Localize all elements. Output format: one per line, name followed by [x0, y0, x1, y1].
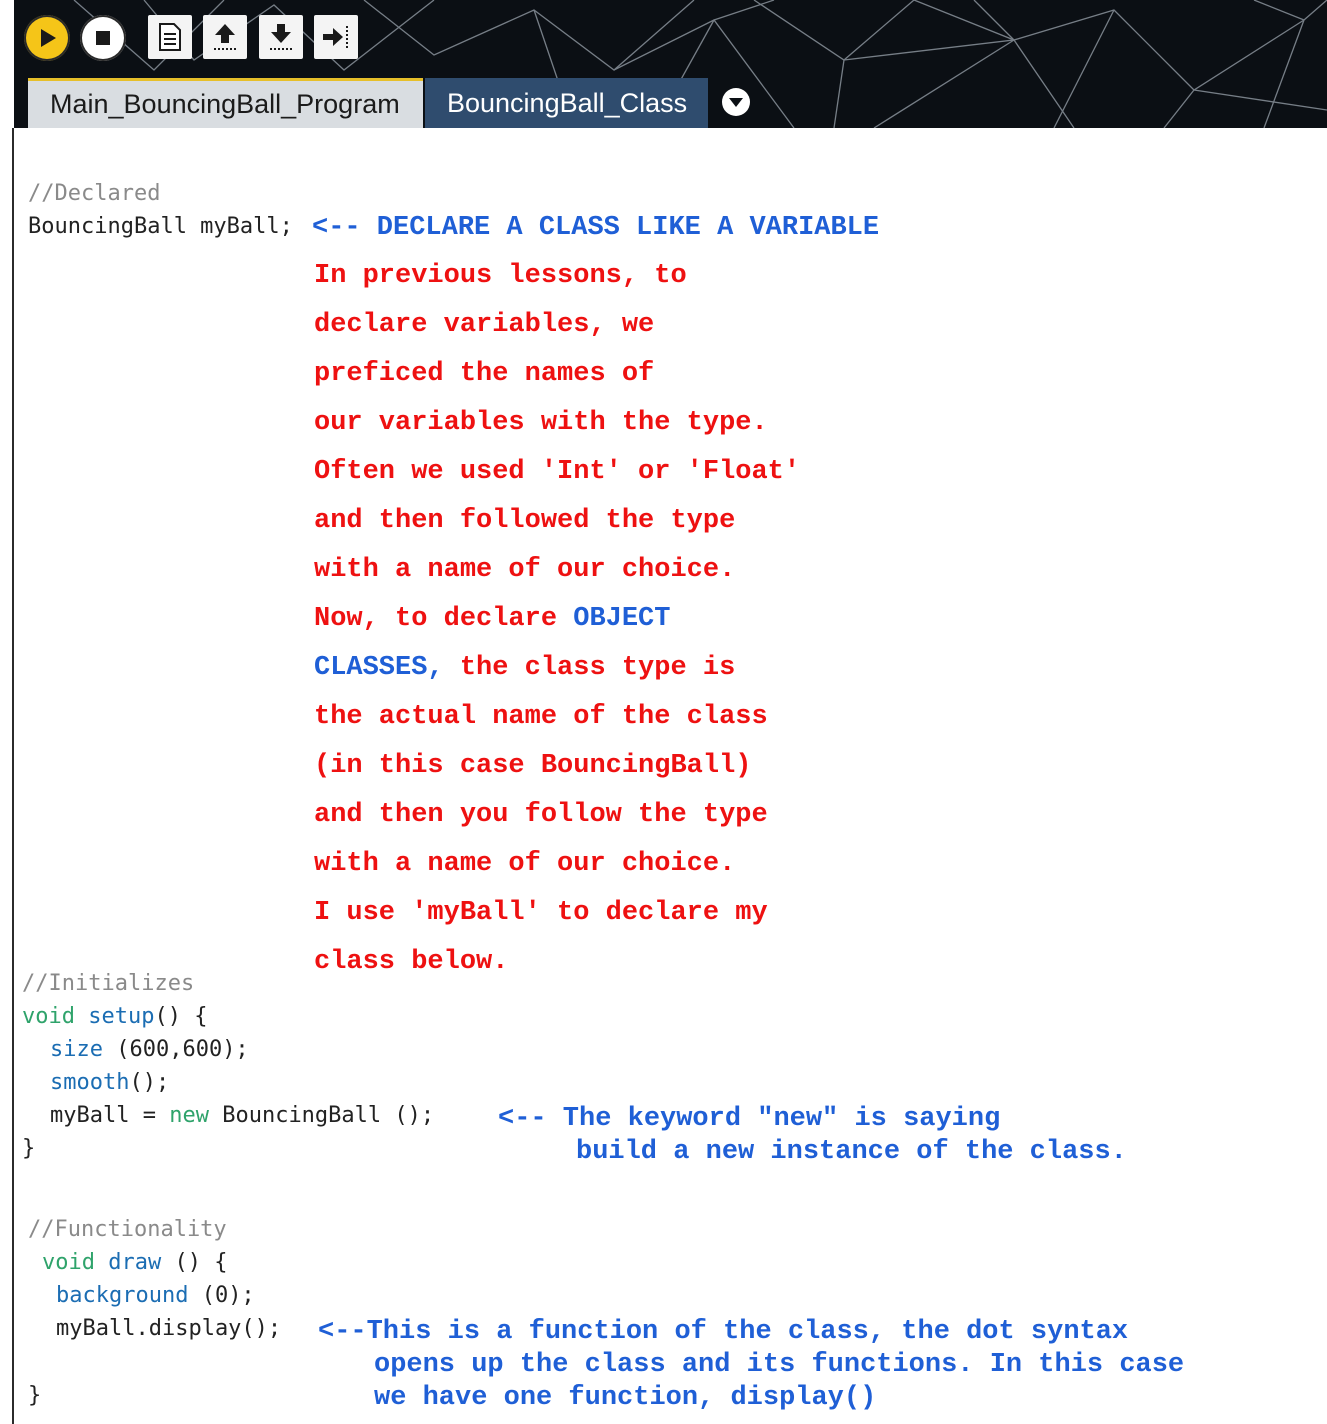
size-line: size (600,600); — [50, 1036, 249, 1064]
code-text: myBall = — [50, 1103, 170, 1128]
tab-bouncingball-class[interactable]: BouncingBall_Class — [425, 78, 708, 128]
explanation-line: I use 'myBall' to declare my — [314, 898, 768, 928]
function-size: size — [50, 1037, 103, 1062]
explanation-text: Now, to declare — [314, 604, 574, 634]
explanation-highlight: CLASSES, — [314, 653, 444, 683]
function-annotation: we have one function, display() — [374, 1383, 877, 1413]
explanation-highlight: OBJECT — [573, 604, 671, 634]
explanation-line: and then you follow the type — [314, 800, 768, 830]
new-keyword-annotation: build a new instance of the class. — [576, 1137, 1127, 1167]
run-button[interactable] — [24, 15, 70, 61]
explanation-line: with a name of our choice. — [314, 849, 736, 879]
display-call-line: myBall.display(); — [56, 1316, 282, 1341]
new-file-icon — [159, 23, 181, 51]
export-icon — [323, 26, 348, 48]
code-text: (); — [129, 1070, 170, 1095]
keyword-void: void — [22, 1004, 75, 1029]
keyword-new: new — [169, 1103, 209, 1128]
code-text: BouncingBall (); — [208, 1103, 435, 1128]
explanation-line: (in this case BouncingBall) — [314, 751, 752, 781]
explanation-line: class below. — [314, 947, 509, 977]
play-icon — [41, 29, 56, 47]
draw-line: void draw () { — [42, 1249, 227, 1277]
assignment-line: myBall = new BouncingBall (); — [50, 1102, 434, 1130]
new-keyword-annotation: <-- The keyword "new" is saying — [498, 1104, 1001, 1134]
closing-brace: } — [22, 1136, 36, 1161]
tab-main-bouncingball-program[interactable]: Main_BouncingBall_Program — [28, 78, 423, 128]
explanation-line: the actual name of the class — [314, 702, 768, 732]
comment-functionality: //Functionality — [28, 1217, 227, 1242]
stop-icon — [96, 31, 110, 45]
open-button[interactable] — [203, 15, 247, 59]
stop-button[interactable] — [80, 15, 126, 61]
closing-brace: } — [28, 1383, 42, 1408]
function-annotation: <--This is a function of the class, the … — [318, 1317, 1129, 1347]
explanation-line: with a name of our choice. — [314, 555, 736, 585]
new-file-button[interactable] — [148, 15, 192, 59]
explanation-text: the class type is — [443, 653, 736, 683]
keyword-void: void — [42, 1250, 95, 1275]
explanation-line: preficed the names of — [314, 359, 655, 389]
explanation-line: In previous lessons, to — [314, 261, 687, 291]
setup-line: void setup() { — [22, 1003, 207, 1031]
explanation-line: Often we used 'Int' or 'Float' — [314, 457, 801, 487]
code-text: (600,600); — [102, 1037, 249, 1062]
declare-annotation: <-- DECLARE A CLASS LIKE A VARIABLE — [312, 213, 880, 243]
editor-left-border — [12, 128, 14, 1424]
open-upload-icon — [214, 24, 236, 50]
code-text: () { — [161, 1250, 228, 1275]
smooth-line: smooth(); — [50, 1069, 169, 1097]
function-smooth: smooth — [50, 1070, 130, 1095]
tab-label: BouncingBall_Class — [447, 87, 688, 118]
explanation-line: CLASSES, the class type is — [314, 652, 735, 684]
code-text: () { — [154, 1004, 208, 1029]
explanation-line: our variables with the type. — [314, 408, 768, 438]
declaration-line: BouncingBall myBall; — [28, 214, 293, 239]
background-line: background (0); — [56, 1282, 255, 1310]
code-text: (0); — [188, 1283, 255, 1308]
function-name-draw: draw — [108, 1250, 162, 1275]
function-annotation: opens up the class and its functions. In… — [374, 1350, 1185, 1380]
toolbar: Main_BouncingBall_Program BouncingBall_C… — [14, 0, 1327, 128]
save-button[interactable] — [259, 15, 303, 59]
tab-menu-button[interactable] — [722, 88, 750, 116]
comment-initializes: //Initializes — [22, 971, 195, 996]
save-download-icon — [270, 24, 292, 50]
chevron-down-icon — [729, 98, 743, 107]
function-background: background — [56, 1283, 189, 1308]
comment-declared: //Declared — [28, 181, 161, 206]
explanation-line: declare variables, we — [314, 310, 655, 340]
export-button[interactable] — [314, 15, 358, 59]
tab-label: Main_BouncingBall_Program — [50, 89, 400, 119]
explanation-line: Now, to declare OBJECT — [314, 603, 670, 635]
function-name-setup: setup — [88, 1004, 155, 1029]
explanation-line: and then followed the type — [314, 506, 736, 536]
